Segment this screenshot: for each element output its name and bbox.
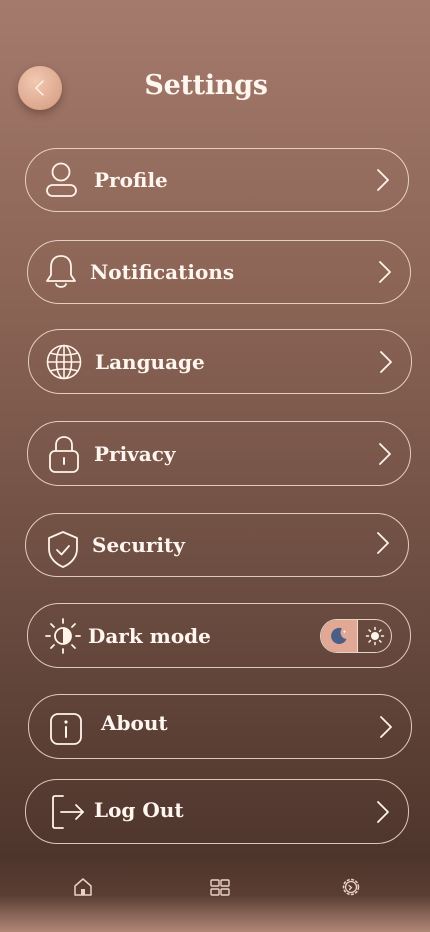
logout-icon (50, 793, 86, 831)
menu-item-label: About (101, 710, 168, 735)
menu-item-privacy[interactable]: Privacy (27, 421, 411, 486)
menu-item-notifications[interactable]: Notifications (27, 240, 411, 304)
sun-icon (365, 626, 384, 645)
menu-item-security[interactable]: Security (25, 513, 409, 577)
chevron-right-icon (376, 531, 390, 555)
page-title: Settings (144, 70, 268, 101)
menu-item-label: Privacy (94, 441, 176, 466)
toggle-dark-option[interactable] (321, 619, 358, 652)
chevron-right-icon (379, 350, 393, 374)
toggle-light-option[interactable] (358, 620, 391, 652)
lock-icon (47, 434, 81, 474)
user-icon (44, 161, 80, 199)
chevron-right-icon (376, 168, 390, 192)
info-icon (49, 712, 83, 746)
menu-item-dark-mode: Dark mode (27, 603, 411, 668)
chevron-right-icon (376, 800, 390, 824)
menu-item-label: Notifications (90, 260, 235, 284)
chevron-right-icon (379, 715, 393, 739)
grid-icon (210, 879, 230, 896)
nav-grid[interactable] (209, 876, 231, 898)
chevron-right-icon (378, 260, 392, 284)
menu-item-label: Profile (94, 168, 168, 192)
menu-item-label: Language (95, 349, 205, 374)
shield-check-icon (46, 529, 80, 569)
menu-item-label: Log Out (94, 797, 184, 822)
bell-icon (44, 253, 78, 291)
menu-item-logout[interactable]: Log Out (25, 779, 409, 844)
contrast-icon (44, 617, 82, 655)
menu-item-language[interactable]: Language (28, 329, 412, 394)
bottom-nav (0, 862, 430, 912)
menu-item-about[interactable]: About (28, 694, 412, 759)
menu-item-label: Security (92, 533, 185, 557)
dark-mode-toggle[interactable] (320, 618, 392, 653)
menu-item-label: Dark mode (88, 623, 211, 648)
globe-icon (45, 343, 83, 381)
nav-home[interactable] (72, 876, 94, 898)
gear-icon (342, 878, 360, 896)
moon-icon (331, 627, 347, 644)
nav-settings[interactable] (340, 876, 362, 898)
menu-item-profile[interactable]: Profile (25, 148, 409, 212)
chevron-right-icon (378, 442, 392, 466)
home-icon (74, 878, 92, 896)
